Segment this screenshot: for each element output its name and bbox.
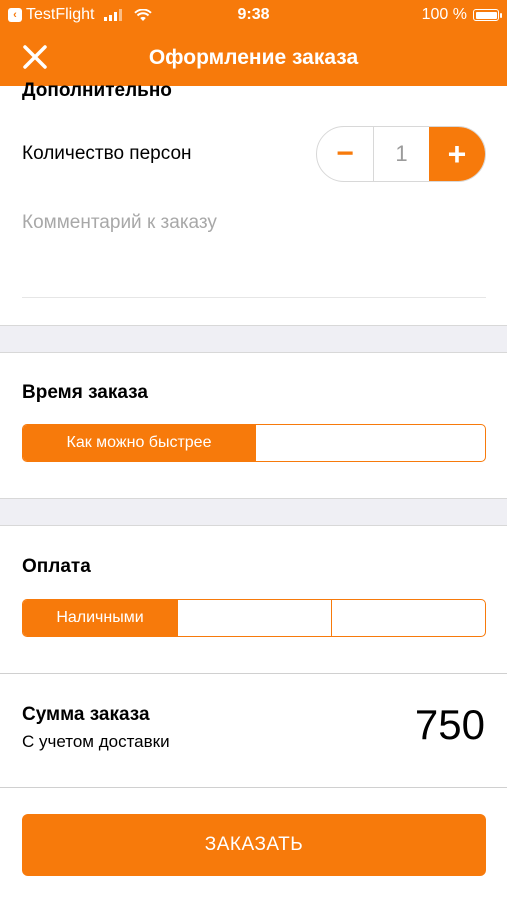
battery-percent: 100 % [421,6,467,23]
payment-option-3[interactable] [331,600,485,636]
section-divider [0,325,507,353]
payment-selector: Наличными [22,599,486,637]
place-order-button[interactable]: ЗАКАЗАТЬ [22,814,486,876]
order-sum-title: Сумма заказа [22,704,150,725]
persons-count-value: 1 [373,127,429,181]
order-sum-subtitle: С учетом доставки [22,732,170,751]
order-time-option-asap[interactable]: Как можно быстрее [23,425,255,461]
payment-option-2[interactable] [177,600,331,636]
decrement-button[interactable]: − [317,127,373,181]
comment-underline [22,297,486,298]
additional-section-title: Дополнительно [22,80,172,101]
order-sum-value: 750 [414,701,485,748]
status-bar: ‹ TestFlight 9:38 100 % [0,0,507,30]
payment-option-cash[interactable]: Наличными [23,600,177,636]
app-header: ‹ TestFlight 9:38 100 % Оформление заказ… [0,0,507,86]
increment-button[interactable]: + [429,127,485,181]
summary-divider [0,673,507,674]
section-divider [0,498,507,526]
footer-divider [0,787,507,788]
payment-title: Оплата [22,556,91,577]
persons-stepper: − 1 + [316,126,486,182]
order-time-selector: Как можно быстрее [22,424,486,462]
page-title: Оформление заказа [148,46,359,69]
battery-icon [473,9,502,21]
order-comment-input[interactable]: Комментарий к заказу [22,212,217,234]
status-right: 100 % [421,6,502,24]
order-time-title: Время заказа [22,382,148,403]
persons-count-label: Количество персон [22,143,192,164]
order-time-option-scheduled[interactable] [255,425,485,461]
